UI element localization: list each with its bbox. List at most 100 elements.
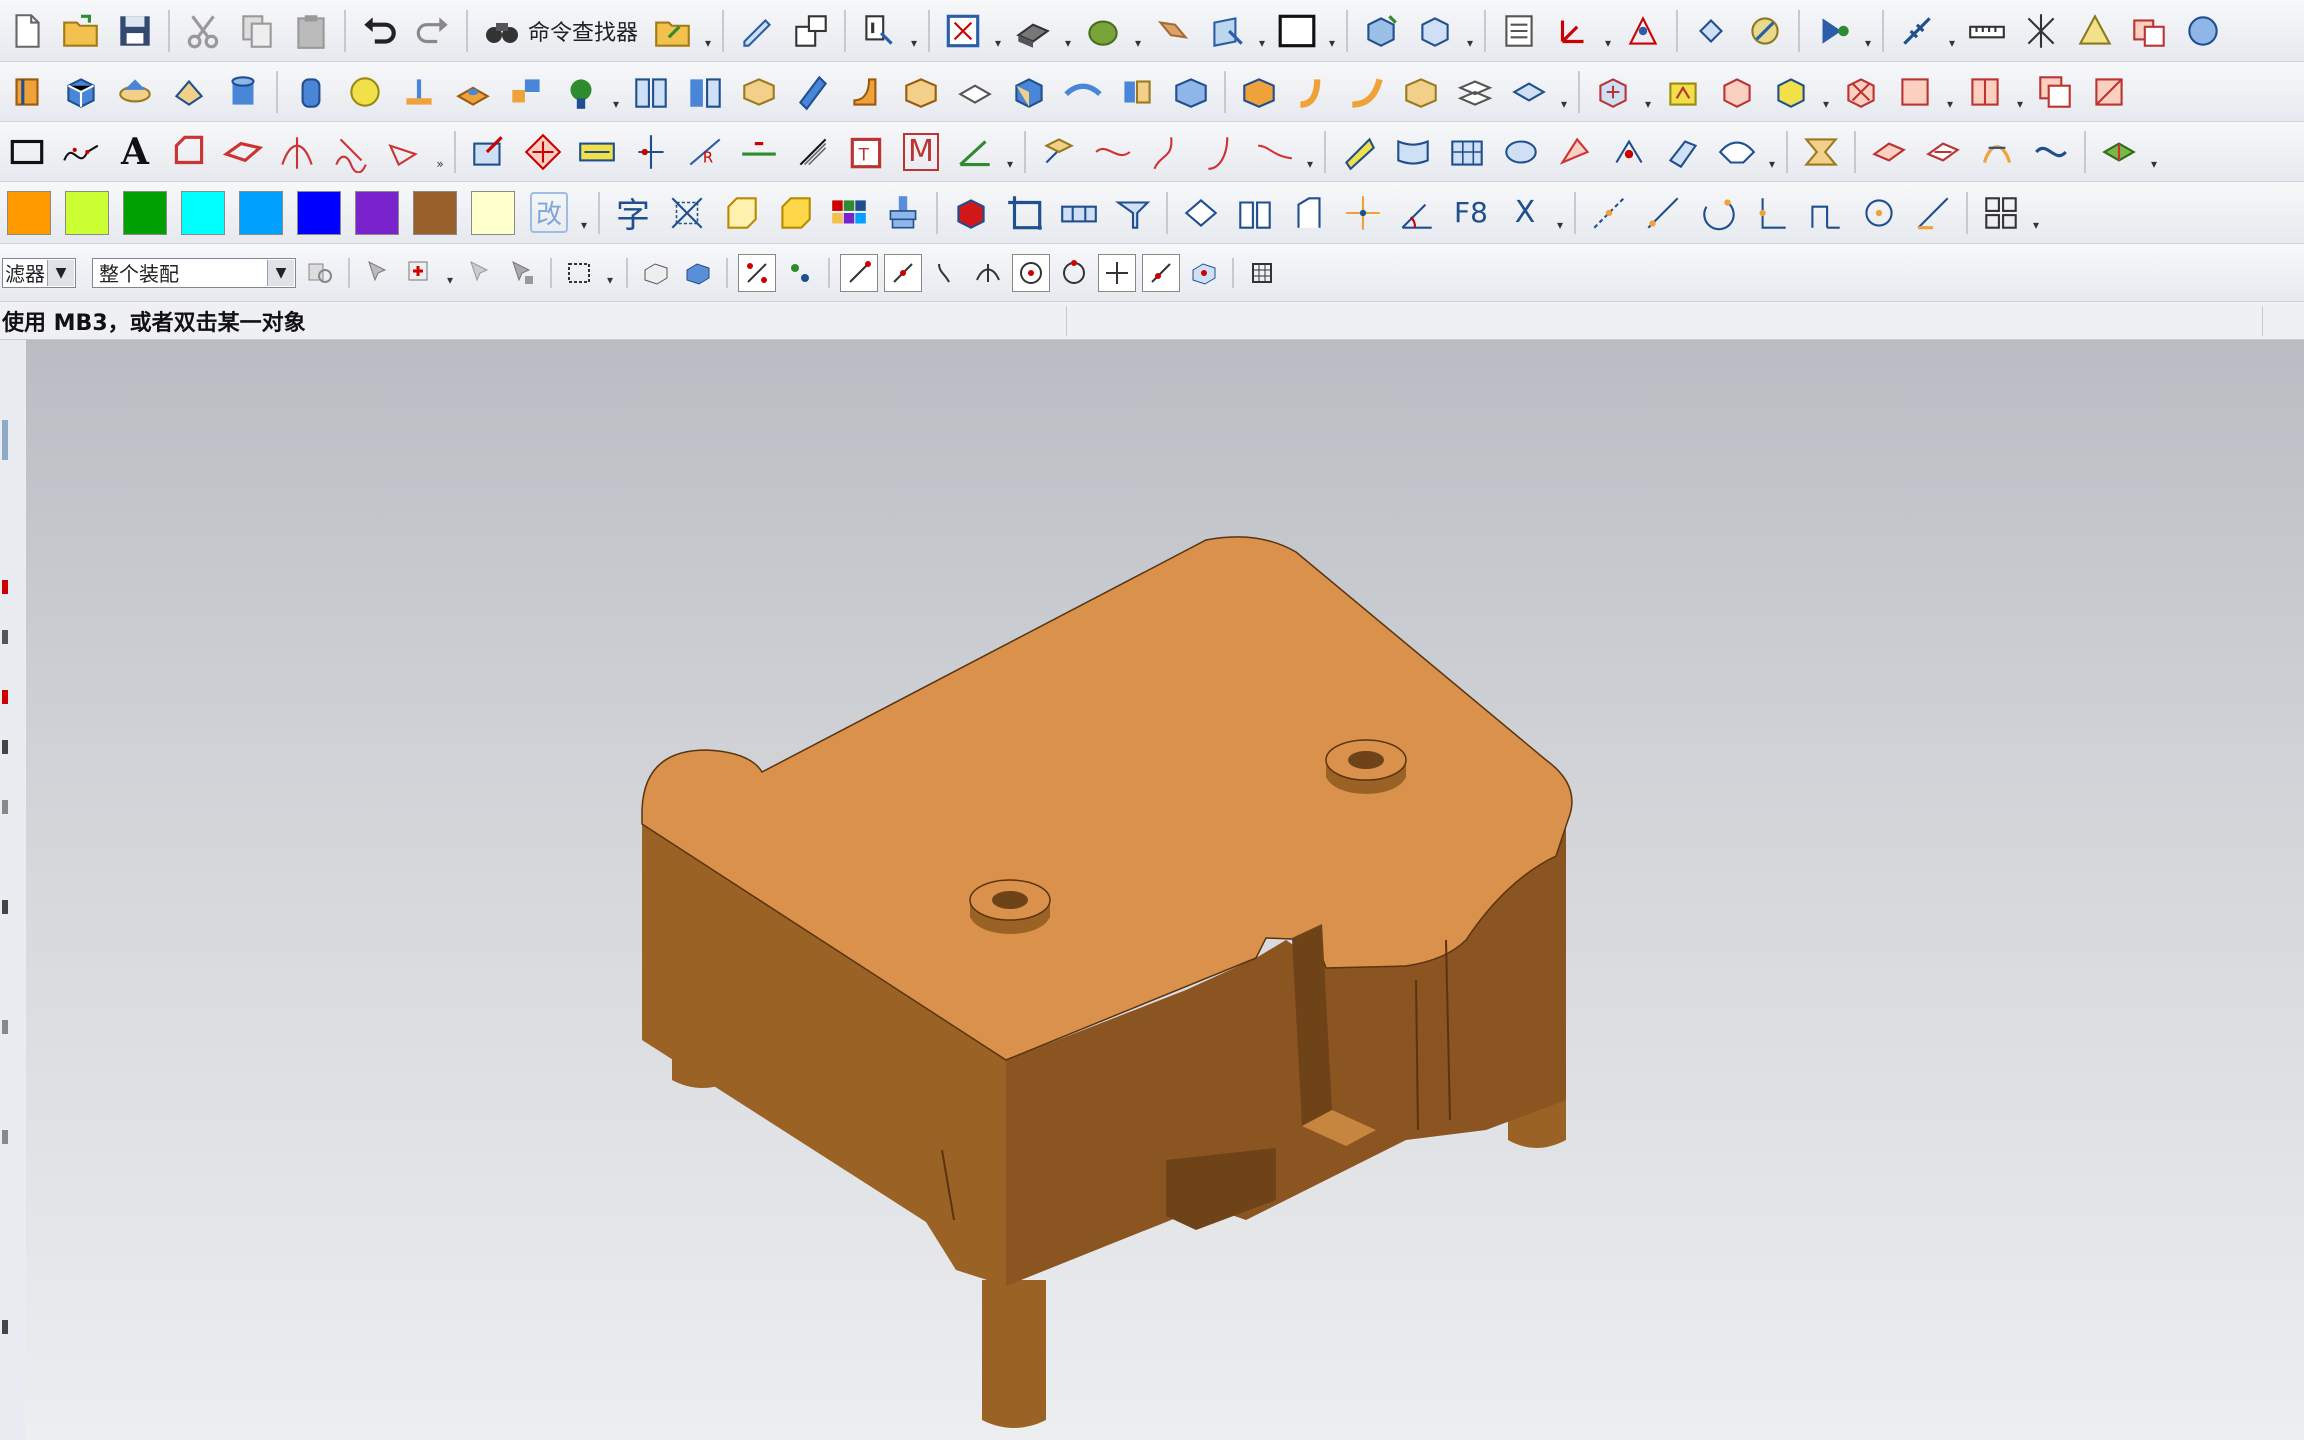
layer-button[interactable] (1148, 6, 1198, 56)
patch-button[interactable] (1396, 67, 1446, 117)
resource-tab-marker[interactable] (2, 690, 8, 704)
dropdown-arrow[interactable]: ▾ (1820, 67, 1832, 117)
dropdown-arrow[interactable]: ▾ (1256, 6, 1268, 56)
circle-center-button[interactable] (1854, 188, 1904, 238)
snap-quadrant-button[interactable] (1056, 255, 1092, 291)
snap-arc-center-button[interactable] (1012, 253, 1050, 292)
deselect-button[interactable] (462, 255, 498, 291)
snap-grid-button[interactable] (1244, 255, 1280, 291)
playback-button[interactable] (1808, 6, 1858, 56)
angle-dim-button[interactable] (1392, 188, 1442, 238)
bend-button[interactable] (1284, 188, 1334, 238)
color-swatch-cyan[interactable] (181, 190, 225, 235)
resource-tab-marker[interactable] (2, 1130, 8, 1144)
selection-scope-select[interactable]: 整个装配 ▼ (92, 257, 296, 288)
angle-button[interactable] (950, 127, 1000, 177)
trim-body-button[interactable] (1166, 67, 1216, 117)
dropdown-arrow[interactable]: ▾ (1946, 6, 1958, 56)
open-file-button[interactable] (56, 6, 106, 56)
point-button[interactable] (1338, 188, 1388, 238)
dropdown-arrow[interactable]: ▾ (992, 6, 1004, 56)
select-sheet-button[interactable] (680, 255, 716, 291)
unite-button[interactable] (1234, 67, 1284, 117)
curvature-button[interactable] (1972, 127, 2022, 177)
dropdown-arrow[interactable]: ▾ (702, 6, 714, 56)
resource-tab-marker[interactable] (2, 1320, 8, 1334)
trim-curve-button[interactable] (380, 127, 430, 177)
ruled-button[interactable] (1388, 127, 1438, 177)
extract-body-button[interactable] (1504, 67, 1554, 117)
split-body-button[interactable] (1112, 67, 1162, 117)
horizontal-constraint-button[interactable] (734, 127, 784, 177)
resource-tab-marker[interactable] (2, 740, 8, 754)
view-label-button[interactable]: T (842, 127, 892, 177)
boss-right[interactable] (1325, 739, 1407, 794)
snap-midpoint-button[interactable] (884, 253, 922, 292)
cut-face-button[interactable] (2084, 67, 2134, 117)
revolve-button[interactable] (164, 67, 214, 117)
snap-endpoint2-button[interactable] (840, 253, 878, 292)
reflection-button[interactable] (1918, 127, 1968, 177)
wcs-orient-button[interactable] (1618, 6, 1668, 56)
pattern-feature-button[interactable] (556, 67, 606, 117)
n-sided-button[interactable] (1550, 127, 1600, 177)
pocket-button[interactable] (502, 67, 552, 117)
dropdown-arrow[interactable]: ▾ (1464, 6, 1476, 56)
display-analysis-button[interactable] (2094, 127, 2144, 177)
command-finder-button[interactable]: 命令查找器 (476, 6, 644, 56)
select-all-button[interactable] (302, 255, 338, 291)
dropdown-arrow[interactable]: ▾ (2030, 188, 2042, 238)
dimension-button[interactable] (572, 127, 622, 177)
extend-line-button[interactable] (1908, 188, 1958, 238)
trim-sheet-button[interactable] (1712, 127, 1762, 177)
info-button[interactable] (854, 6, 904, 56)
dropdown-arrow[interactable]: ▾ (908, 6, 920, 56)
wcs-button[interactable] (1548, 6, 1598, 56)
thicken-button[interactable] (1004, 67, 1054, 117)
box-solid-button[interactable] (770, 188, 820, 238)
snap-endpoint-button[interactable] (738, 253, 776, 292)
rectangle-button[interactable] (2, 127, 52, 177)
step-button[interactable] (1800, 188, 1850, 238)
color-swatch-purple[interactable] (355, 190, 399, 235)
render-style-button[interactable] (1008, 6, 1058, 56)
frame-crop-button[interactable] (1000, 188, 1050, 238)
offset-surface-button[interactable] (1658, 127, 1708, 177)
datum-csys-button[interactable] (464, 127, 514, 177)
assembly-constraint-button[interactable] (1410, 6, 1460, 56)
fillet-curve-button[interactable] (1250, 127, 1300, 177)
resource-tab-marker[interactable] (2, 1020, 8, 1034)
studio-surface-button[interactable] (1604, 127, 1654, 177)
globe-button[interactable] (2178, 6, 2228, 56)
sphere-button[interactable] (1078, 6, 1128, 56)
surface-analysis-button[interactable] (1864, 127, 1914, 177)
offset-region-button[interactable] (1658, 67, 1708, 117)
datum-axis-button[interactable] (626, 127, 676, 177)
resource-bar[interactable] (0, 340, 27, 1440)
geometric-constraint-button[interactable]: R (680, 127, 730, 177)
block-button[interactable] (56, 67, 106, 117)
snap-existing-point-button[interactable] (1098, 253, 1136, 292)
swept-button[interactable] (1496, 127, 1546, 177)
resource-tab-marker[interactable] (2, 580, 8, 594)
studio-spline-button[interactable] (56, 127, 106, 177)
intersect-button[interactable] (1342, 67, 1392, 117)
chamfer-button[interactable] (896, 67, 946, 117)
paste-button[interactable] (286, 6, 336, 56)
select-body-button[interactable] (402, 255, 438, 291)
centerline-button[interactable] (662, 188, 712, 238)
snap-point-on-face-button[interactable] (1186, 255, 1222, 291)
sweep-button[interactable] (1058, 67, 1108, 117)
color-swatch-green[interactable] (123, 190, 167, 235)
color-swatch-orange[interactable] (7, 190, 51, 235)
fit-view-button[interactable] (732, 6, 782, 56)
dropdown-arrow[interactable]: ▾ (1862, 6, 1874, 56)
boss-left[interactable] (969, 879, 1051, 934)
dropdown-arrow[interactable]: ▾ (610, 67, 622, 117)
new-file-button[interactable] (2, 6, 52, 56)
snap-point-on-curve-button[interactable] (1142, 253, 1180, 292)
extend-sheet-button[interactable] (1034, 127, 1084, 177)
replace-face-button[interactable] (1588, 67, 1638, 117)
text-button[interactable]: A (110, 127, 160, 177)
through-curves-button[interactable] (1334, 127, 1384, 177)
